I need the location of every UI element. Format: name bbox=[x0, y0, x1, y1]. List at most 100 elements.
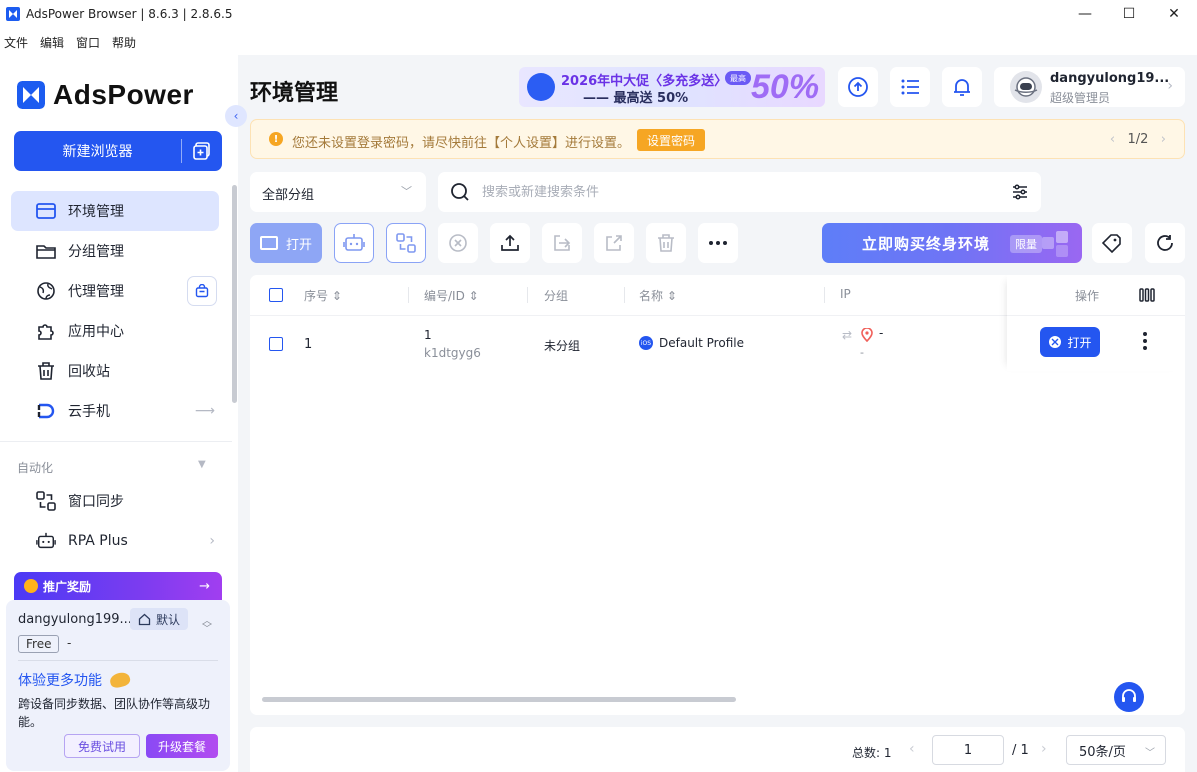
user-profile-menu[interactable]: dangyulong19... 超级管理员 › bbox=[994, 67, 1185, 107]
row-ip-location: - bbox=[860, 346, 864, 359]
batch-add-button[interactable] bbox=[182, 142, 222, 160]
group-select[interactable]: 全部分组 ﹀ bbox=[250, 172, 426, 212]
caret-down-icon[interactable]: ▼ bbox=[198, 459, 206, 470]
open-profile-button[interactable]: 打开 bbox=[1040, 327, 1100, 357]
promo-logo-icon bbox=[527, 73, 555, 101]
collapse-sidebar-button[interactable]: ‹ bbox=[225, 105, 247, 127]
switch-account-icon[interactable]: ︿ ﹀ bbox=[202, 617, 212, 635]
set-password-button[interactable]: 设置密码 bbox=[637, 129, 705, 151]
prev-page-icon[interactable]: ‹ bbox=[909, 741, 915, 757]
tags-button[interactable] bbox=[1092, 223, 1132, 263]
page-size-select[interactable]: 50条/页 ﹀ bbox=[1066, 735, 1166, 765]
row-name[interactable]: iOS Default Profile bbox=[639, 336, 744, 350]
sale-promo-banner[interactable]: 2026年中大促〈多充多送〉 —— 最高送 50% 最高 50% bbox=[519, 67, 825, 107]
warning-text: 您还未设置登录密码，请尽快前往【个人设置】进行设置。 bbox=[292, 136, 631, 151]
explore-features-link[interactable]: 体验更多功能 bbox=[18, 670, 132, 690]
team-default-badge[interactable]: 默认 bbox=[130, 608, 189, 630]
more-vertical-icon[interactable] bbox=[1143, 332, 1147, 350]
rpa-button[interactable] bbox=[334, 223, 374, 263]
filter-settings-icon[interactable] bbox=[1011, 183, 1029, 201]
cloud-phone-icon bbox=[36, 401, 56, 421]
batch-open-label: 打开 bbox=[285, 237, 312, 253]
new-browser-button[interactable]: 新建浏览器 bbox=[14, 131, 222, 171]
sidebar-item-label: 环境管理 bbox=[68, 204, 124, 220]
promo-label: 推广奖励 bbox=[43, 579, 92, 594]
promo-line-2: —— 最高送 50% bbox=[583, 91, 689, 106]
menu-file[interactable]: 文件 bbox=[4, 34, 28, 51]
sidebar-item-window-sync[interactable]: 窗口同步 bbox=[11, 481, 219, 521]
column-divider bbox=[408, 287, 409, 303]
search-input[interactable] bbox=[482, 180, 962, 204]
notice-prev-icon[interactable]: ‹ bbox=[1110, 132, 1115, 147]
sidebar-item-rpa-plus[interactable]: RPA Plus › bbox=[11, 521, 219, 561]
column-settings-icon[interactable] bbox=[1139, 288, 1155, 302]
sidebar-item-groups[interactable]: 分组管理 bbox=[11, 231, 219, 271]
menu-help[interactable]: 帮助 bbox=[112, 34, 136, 51]
total-count: 总数: 1 bbox=[852, 746, 892, 760]
page-number-input[interactable] bbox=[932, 735, 1004, 765]
share-button[interactable] bbox=[594, 223, 634, 263]
plan-badge: Free bbox=[18, 635, 60, 653]
window-sync-button[interactable] bbox=[386, 223, 426, 263]
sort-icon: ⇕ bbox=[331, 289, 342, 303]
upload-button[interactable] bbox=[490, 223, 530, 263]
more-actions-button[interactable] bbox=[698, 223, 738, 263]
upload-icon bbox=[501, 234, 519, 251]
location-pin-icon bbox=[861, 328, 873, 342]
select-all-checkbox[interactable] bbox=[269, 288, 283, 302]
delete-button[interactable] bbox=[646, 223, 686, 263]
open-label: 打开 bbox=[1067, 335, 1092, 350]
sidebar-item-cloud-phone[interactable]: 云手机 ⟶ bbox=[11, 391, 219, 431]
sync-icon bbox=[36, 491, 56, 511]
upgrade-plan-button[interactable]: 升级套餐 bbox=[146, 734, 218, 758]
table-horizontal-scrollbar[interactable] bbox=[262, 697, 736, 702]
referral-promo-banner[interactable]: 推广奖励 → bbox=[14, 572, 222, 600]
column-header-seq[interactable]: 序号 ⇕ bbox=[304, 287, 342, 304]
notifications-button[interactable] bbox=[942, 67, 982, 107]
sidebar-scrollbar[interactable] bbox=[232, 185, 237, 403]
sidebar-item-trash[interactable]: 回收站 bbox=[11, 351, 219, 391]
maximize-button[interactable]: ☐ bbox=[1106, 0, 1152, 28]
add-square-icon bbox=[193, 142, 210, 160]
adspower-logo-icon bbox=[17, 81, 45, 109]
notice-next-icon[interactable]: › bbox=[1161, 132, 1166, 147]
sort-icon: ⇕ bbox=[666, 289, 677, 303]
close-all-button[interactable] bbox=[438, 223, 478, 263]
sidebar-item-app-center[interactable]: 应用中心 bbox=[11, 311, 219, 351]
import-button[interactable] bbox=[542, 223, 582, 263]
share-icon bbox=[606, 235, 622, 251]
coin-icon bbox=[24, 579, 38, 593]
close-button[interactable]: ✕ bbox=[1151, 0, 1197, 28]
column-header-name[interactable]: 名称 ⇕ bbox=[639, 287, 677, 304]
sidebar-item-label: 云手机 bbox=[68, 404, 110, 420]
user-plan-card: dangyulong199... 默认 ︿ ﹀ Free - 体验更多功能 跨设备… bbox=[6, 600, 230, 771]
upgrade-circle-icon bbox=[848, 77, 868, 97]
profile-name: Default Profile bbox=[659, 336, 744, 350]
sidebar-item-profiles[interactable]: 环境管理 bbox=[11, 191, 219, 231]
batch-open-button[interactable]: 打开 bbox=[250, 223, 322, 263]
menu-edit[interactable]: 编辑 bbox=[40, 34, 64, 51]
limited-tag: 限量 bbox=[1010, 235, 1042, 253]
chevron-down-icon: ﹀ bbox=[401, 185, 412, 198]
sidebar-item-proxies[interactable]: 代理管理 bbox=[11, 271, 219, 311]
minimize-button[interactable]: — bbox=[1062, 0, 1108, 28]
update-button[interactable] bbox=[838, 67, 878, 107]
proxy-shop-button[interactable] bbox=[187, 276, 217, 306]
row-checkbox[interactable] bbox=[269, 337, 283, 351]
import-icon bbox=[554, 235, 571, 251]
customer-support-button[interactable] bbox=[1114, 682, 1144, 712]
refresh-button[interactable] bbox=[1145, 223, 1185, 263]
row-ip: - bbox=[879, 326, 884, 340]
plan-extra: - bbox=[67, 636, 72, 650]
buy-lifetime-profile-banner[interactable]: 立即购买终身环境 限量 bbox=[822, 223, 1082, 263]
chevron-right-icon: › bbox=[1167, 78, 1173, 94]
warning-icon: ! bbox=[269, 132, 283, 146]
menu-window[interactable]: 窗口 bbox=[76, 34, 100, 51]
avatar bbox=[1010, 71, 1042, 103]
column-header-id[interactable]: 编号/ID ⇕ bbox=[424, 287, 479, 304]
row-divider bbox=[1007, 315, 1185, 316]
task-list-button[interactable] bbox=[890, 67, 930, 107]
free-trial-button[interactable]: 免费试用 bbox=[64, 734, 140, 758]
row-id[interactable]: k1dtgyg6 bbox=[424, 346, 481, 360]
next-page-icon[interactable]: › bbox=[1041, 741, 1047, 757]
